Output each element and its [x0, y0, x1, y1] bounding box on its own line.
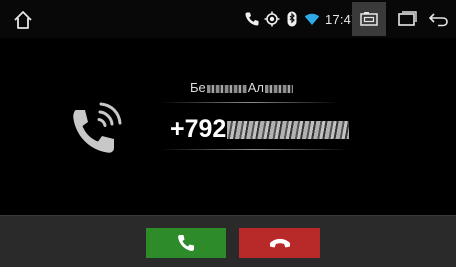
status-bar: 17:47: [0, 0, 456, 38]
caller-name: Бе Ал: [190, 80, 294, 95]
answer-call-button[interactable]: [146, 228, 226, 258]
redacted-text: [227, 121, 350, 140]
incoming-call-panel: Бе Ал +792: [0, 38, 456, 215]
wifi-icon: [304, 11, 320, 27]
caller-name-mid: Ал: [247, 80, 265, 95]
hangup-call-button[interactable]: [239, 228, 320, 258]
divider: [160, 102, 340, 103]
caller-number: +792: [170, 115, 350, 144]
home-icon[interactable]: [12, 9, 34, 31]
call-action-bar: [0, 215, 456, 267]
redacted-text: [265, 84, 294, 93]
phone-ringing-icon: [68, 98, 128, 158]
phone-icon: [178, 235, 194, 251]
phone-hangup-icon: [269, 238, 290, 248]
screenshot-icon[interactable]: [352, 2, 386, 36]
recent-apps-icon[interactable]: [396, 9, 418, 29]
status-icons: 17:47: [244, 10, 359, 28]
caller-number-visible: +792: [170, 115, 227, 143]
bluetooth-icon: [284, 11, 300, 27]
caller-name-start: Бе: [190, 80, 206, 95]
location-icon: [264, 11, 280, 27]
back-icon[interactable]: [427, 9, 449, 29]
divider: [160, 149, 350, 150]
phone-icon: [244, 11, 260, 27]
redacted-text: [206, 84, 247, 93]
